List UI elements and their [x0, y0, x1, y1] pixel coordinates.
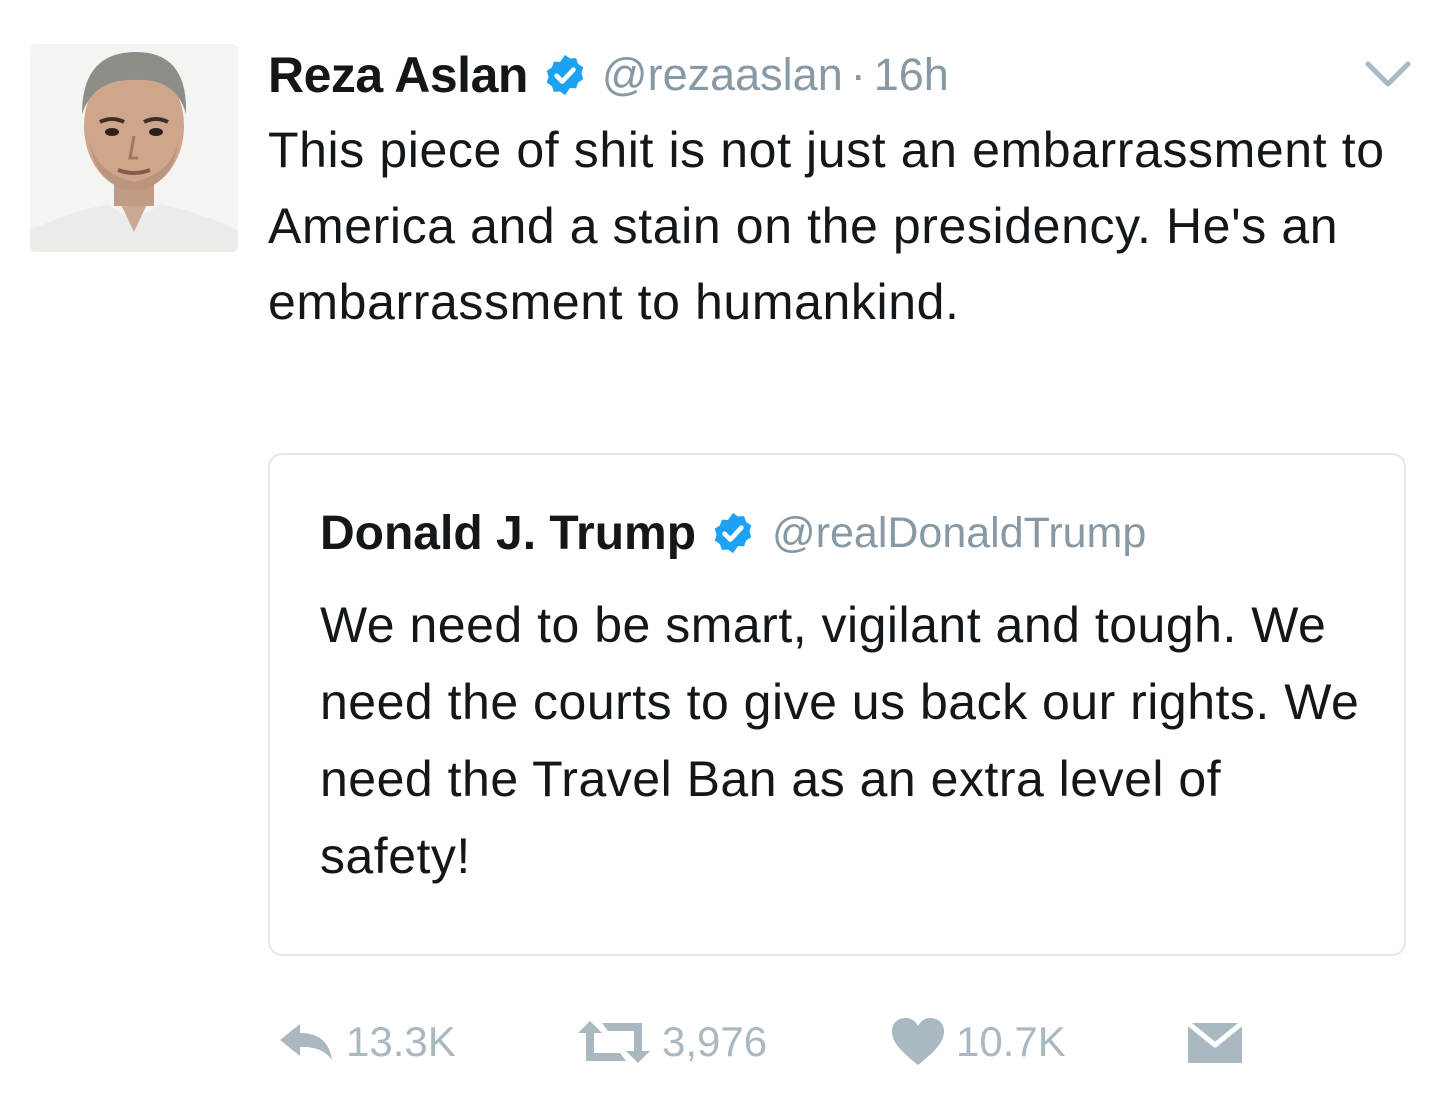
- tweet-actions-bar: 13.3K 3,976 10.7K: [268, 1012, 1408, 1072]
- direct-message-button[interactable]: [1186, 1012, 1244, 1072]
- reply-icon: [276, 1020, 336, 1064]
- like-button[interactable]: 10.7K: [890, 1012, 1066, 1072]
- quoted-tweet-card[interactable]: Donald J. Trump @realDonaldTrump We need…: [268, 453, 1406, 956]
- like-count: 10.7K: [956, 1018, 1066, 1065]
- quoted-tweet-text: We need to be smart, vigilant and tough.…: [320, 597, 1360, 884]
- avatar-image: [30, 44, 238, 252]
- heart-icon: [890, 1017, 946, 1067]
- tweet-header: Reza Aslan @rezaaslan · 16h: [268, 40, 949, 110]
- author-avatar[interactable]: [30, 44, 238, 252]
- envelope-icon: [1186, 1019, 1244, 1065]
- author-name[interactable]: Reza Aslan: [268, 46, 528, 104]
- tweet-timestamp[interactable]: 16h: [874, 49, 949, 101]
- tweet-text: This piece of shit is not just an embarr…: [268, 122, 1385, 330]
- reply-count: 13.3K: [346, 1018, 456, 1065]
- quoted-author-name: Donald J. Trump: [320, 506, 697, 560]
- reply-button[interactable]: 13.3K: [276, 1012, 456, 1072]
- verified-badge-icon: [710, 510, 756, 556]
- tweet[interactable]: Reza Aslan @rezaaslan · 16h This piece o…: [0, 0, 1440, 1105]
- chevron-down-icon[interactable]: [1362, 56, 1414, 92]
- retweet-button[interactable]: 3,976: [576, 1012, 767, 1072]
- verified-badge-icon: [542, 52, 588, 98]
- meta-separator: ·: [850, 49, 866, 100]
- retweet-icon: [576, 1019, 652, 1065]
- quoted-author-handle: @realDonaldTrump: [772, 508, 1147, 557]
- retweet-count: 3,976: [662, 1018, 768, 1065]
- quoted-tweet-header: Donald J. Trump @realDonaldTrump: [320, 503, 1146, 563]
- author-handle[interactable]: @rezaaslan: [602, 49, 843, 101]
